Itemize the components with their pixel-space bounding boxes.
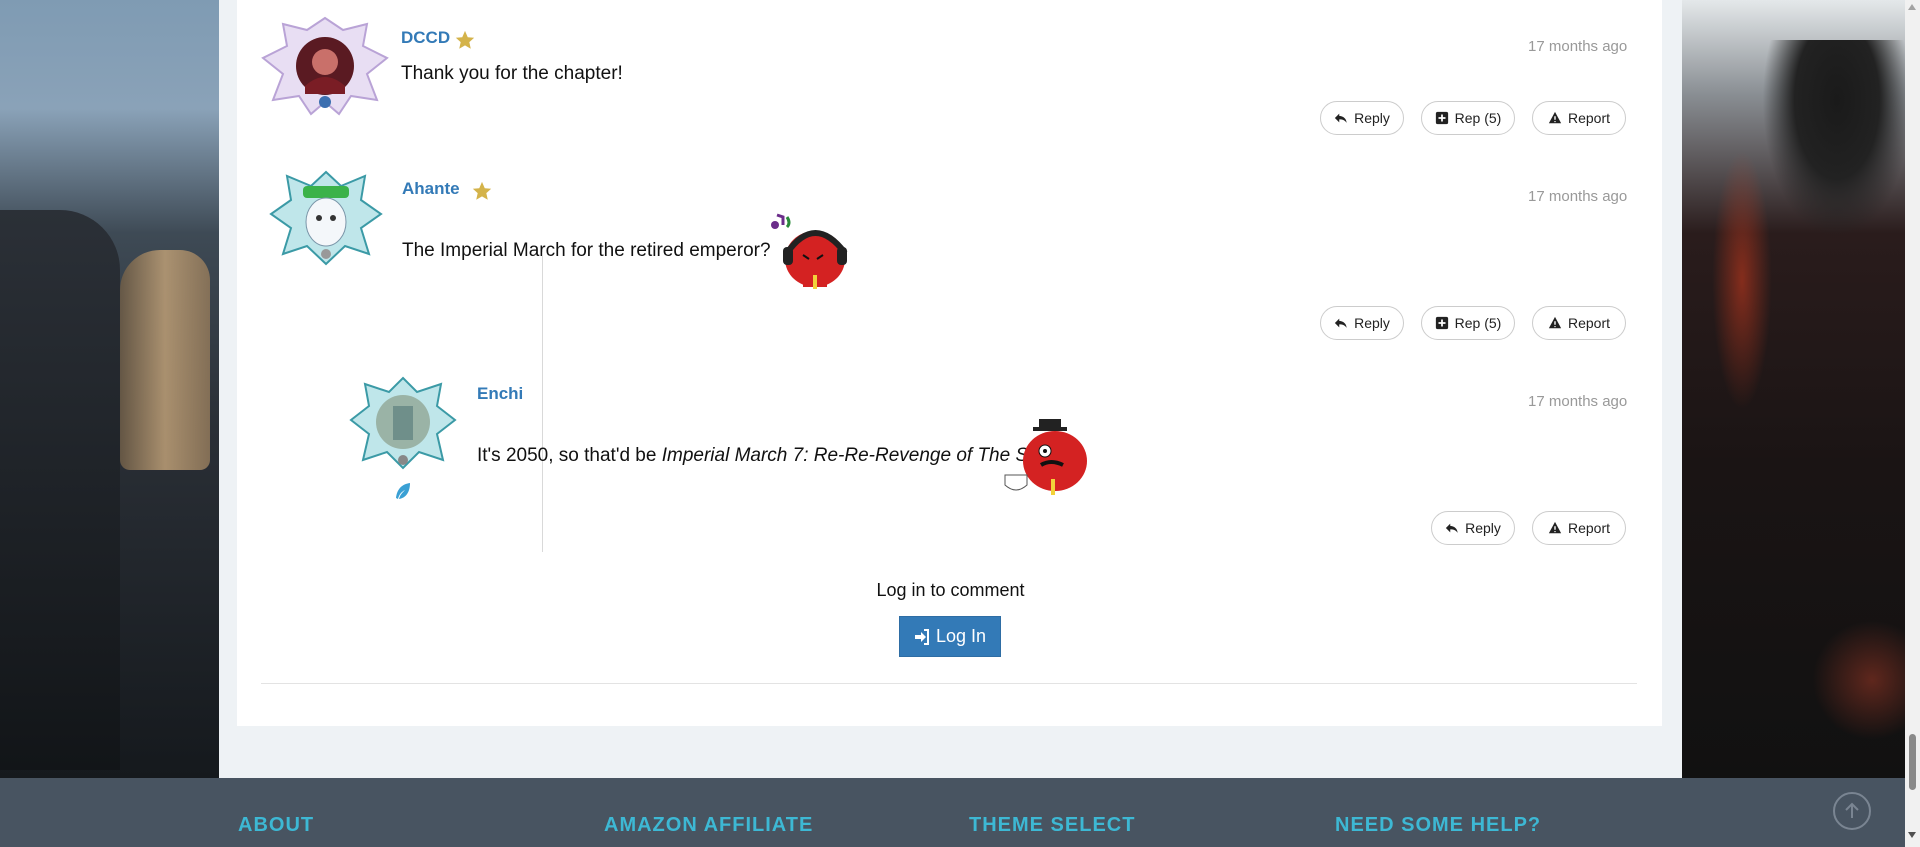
reply-label: Reply <box>1465 520 1501 536</box>
scroll-down-arrow[interactable] <box>1908 832 1916 838</box>
footer-heading-theme-select: THEME SELECT <box>969 814 1136 836</box>
report-label: Report <box>1567 520 1611 536</box>
comment-text-italic: Imperial March 7: Re-Re-Revenge of The S… <box>661 445 1049 466</box>
tea-emoji-sticker <box>1004 419 1087 495</box>
comment-enchi: Enchi 17 months ago It's 2050, so that'd… <box>219 0 1682 560</box>
background-glow-2 <box>1812 620 1920 740</box>
scroll-thumb[interactable] <box>1909 734 1916 790</box>
scroll-up-arrow[interactable] <box>1908 4 1916 10</box>
login-icon <box>914 628 929 645</box>
background-cliff <box>120 250 210 470</box>
avatar[interactable] <box>349 376 457 470</box>
background-glow <box>1712 150 1772 410</box>
reply-button[interactable]: Reply <box>1431 511 1515 545</box>
comment-text-plain: It's 2050, so that'd be <box>477 445 662 466</box>
back-to-top-button[interactable] <box>1833 792 1871 830</box>
comment-text: It's 2050, so that'd be Imperial March 7… <box>477 445 1054 467</box>
divider <box>261 683 1637 684</box>
footer-heading-about: ABOUT <box>238 814 315 836</box>
username[interactable]: Enchi <box>477 384 523 404</box>
feather-icon <box>396 483 410 499</box>
warning-icon <box>1548 521 1562 534</box>
background-rock <box>0 210 120 770</box>
page-scrollbar[interactable] <box>1905 0 1920 847</box>
background-left-art <box>0 0 219 778</box>
background-right-art <box>1682 0 1920 778</box>
arrow-up-circle-icon <box>1845 802 1859 818</box>
login-button[interactable]: Log In <box>899 616 1001 657</box>
background-tree <box>1762 40 1912 240</box>
login-prompt: Log in to comment <box>876 580 1025 600</box>
reply-icon <box>1445 523 1458 533</box>
timestamp: 17 months ago <box>1528 393 1628 410</box>
login-button-label: Log In <box>935 626 987 646</box>
footer-heading-amazon-affiliate: AMAZON AFFILIATE <box>604 814 814 836</box>
footer-heading-need-help: NEED SOME HELP? <box>1335 814 1542 836</box>
page-content: DCCD 17 months ago Thank you for the cha… <box>219 0 1682 778</box>
report-button[interactable]: Report <box>1532 511 1626 545</box>
